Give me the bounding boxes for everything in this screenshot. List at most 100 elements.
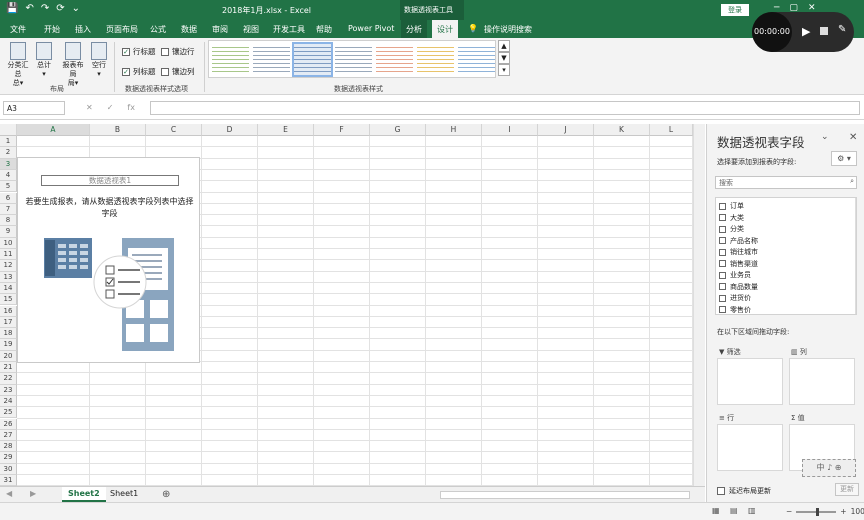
banded-columns-checkbox[interactable]: 镶边列 [161, 66, 195, 77]
row-header-8[interactable]: 8 [0, 215, 17, 227]
row-header-1[interactable]: 1 [0, 136, 17, 148]
row-header-18[interactable]: 18 [0, 328, 17, 340]
banded-rows-checkbox[interactable]: 镶边行 [161, 46, 195, 57]
tab-home[interactable]: 开始 [44, 24, 60, 35]
refresh-icon[interactable]: ⟳ [56, 3, 64, 14]
tab-insert[interactable]: 插入 [75, 24, 91, 35]
report-layout-button[interactable]: 报表布局 局▾ [60, 42, 86, 88]
pivot-style-gallery[interactable] [208, 40, 496, 78]
save-icon[interactable]: 💾 [6, 3, 18, 14]
zoom-slider[interactable] [796, 507, 837, 516]
row-header-20[interactable]: 20 [0, 350, 17, 362]
style-swatch-selected[interactable] [292, 42, 333, 77]
zoom-out-icon[interactable]: − [786, 507, 792, 516]
chevron-down-icon[interactable]: ▼ [498, 52, 510, 64]
field-item[interactable]: 销往城市 [719, 247, 758, 257]
column-header-c[interactable]: C [146, 124, 202, 136]
field-item[interactable]: 订单 [719, 201, 744, 211]
checkbox-icon[interactable] [719, 294, 726, 302]
page-layout-view-icon[interactable]: ▤ [730, 506, 738, 515]
row-header-14[interactable]: 14 [0, 282, 17, 295]
tab-power-pivot[interactable]: Power Pivot [348, 24, 394, 33]
tab-page-layout[interactable]: 页面布局 [106, 24, 138, 35]
tab-file[interactable]: 文件 [10, 24, 26, 35]
select-all-corner[interactable] [0, 124, 17, 136]
column-header-k[interactable]: K [594, 124, 650, 136]
field-item[interactable]: 分类 [719, 224, 744, 234]
row-header-27[interactable]: 27 [0, 429, 17, 442]
row-header-12[interactable]: 12 [0, 260, 17, 272]
chevron-up-icon[interactable]: ▲ [498, 40, 510, 52]
tab-design[interactable]: 设计 [432, 20, 458, 38]
field-list-scrollbar[interactable] [855, 198, 856, 314]
enter-icon[interactable]: ✓ [107, 103, 114, 112]
checkbox-icon[interactable] [719, 202, 726, 210]
row-header-4[interactable]: 4 [0, 169, 17, 182]
row-header-17[interactable]: 17 [0, 316, 17, 329]
row-header-9[interactable]: 9 [0, 226, 17, 238]
row-header-10[interactable]: 10 [0, 237, 17, 249]
row-header-22[interactable]: 22 [0, 373, 17, 385]
zoom-in-icon[interactable]: + [840, 507, 846, 516]
row-header-23[interactable]: 23 [0, 384, 17, 396]
row-header-7[interactable]: 7 [0, 203, 17, 216]
checkbox-icon[interactable] [719, 283, 726, 290]
blank-rows-button[interactable]: 空行 ▾ [88, 42, 110, 79]
defer-update-checkbox[interactable]: 延迟布局更新 [717, 486, 771, 496]
formula-input[interactable] [150, 101, 860, 115]
pen-icon[interactable]: ✎ [838, 24, 846, 35]
row-header-3[interactable]: 3 [0, 158, 17, 170]
checkbox-icon[interactable] [719, 260, 726, 267]
column-header-l[interactable]: L [650, 124, 693, 136]
style-swatch[interactable] [253, 44, 290, 75]
row-header-25[interactable]: 25 [0, 407, 17, 419]
row-header-11[interactable]: 11 [0, 249, 17, 261]
style-swatch[interactable] [458, 44, 495, 75]
column-header-b[interactable]: B [90, 124, 146, 136]
row-header-13[interactable]: 13 [0, 271, 17, 283]
sheet-tab-sheet2[interactable]: Sheet2 [62, 487, 106, 502]
tab-data[interactable]: 数据 [181, 24, 197, 35]
style-swatch[interactable] [335, 44, 372, 75]
insert-function-icon[interactable]: fx [127, 103, 135, 112]
tab-formulas[interactable]: 公式 [150, 24, 166, 35]
subtotals-button[interactable]: 分类汇总 总▾ [5, 42, 31, 88]
gear-icon[interactable]: ⚙ ▾ [831, 151, 857, 166]
row-header-21[interactable]: 21 [0, 362, 17, 374]
grand-totals-button[interactable]: 总计 ▾ [33, 42, 55, 79]
row-header-30[interactable]: 30 [0, 463, 17, 475]
tab-analyze[interactable]: 分析 [401, 20, 427, 38]
column-header-i[interactable]: I [482, 124, 538, 136]
column-headers-checkbox[interactable]: ✓ 列标题 [122, 66, 156, 77]
field-item[interactable]: 业务员 [719, 270, 751, 280]
tab-view[interactable]: 视图 [243, 24, 259, 35]
style-swatch[interactable] [376, 44, 413, 75]
checkbox-icon[interactable] [719, 225, 726, 233]
normal-view-icon[interactable]: ▦ [712, 506, 720, 515]
zoom-level[interactable]: 100% [851, 507, 864, 516]
checkbox-icon[interactable] [719, 248, 726, 256]
sheet-tab-sheet1[interactable]: Sheet1 [104, 487, 144, 502]
style-swatch[interactable] [417, 44, 454, 75]
checkbox-icon[interactable] [719, 271, 726, 279]
row-header-19[interactable]: 19 [0, 339, 17, 351]
ime-toolbar[interactable]: 中 ♪ ⊕ [802, 459, 856, 477]
vertical-scrollbar[interactable] [693, 124, 705, 486]
undo-icon[interactable]: ↶ [25, 3, 33, 14]
row-header-31[interactable]: 31 [0, 475, 17, 486]
field-search-input[interactable]: 搜索 ⌕ [715, 176, 857, 189]
cancel-icon[interactable]: ✕ [86, 103, 93, 112]
row-header-26[interactable]: 26 [0, 418, 17, 430]
field-item[interactable]: 零售价 [719, 305, 751, 315]
column-header-f[interactable]: F [314, 124, 370, 136]
row-header-6[interactable]: 6 [0, 192, 17, 204]
next-sheet-icon[interactable]: ▶ [30, 489, 36, 498]
prev-sheet-icon[interactable]: ◀ [6, 489, 12, 498]
play-icon[interactable]: ▶ [802, 25, 810, 38]
add-sheet-icon[interactable]: ⊕ [162, 489, 170, 500]
name-box[interactable]: A3 [3, 101, 65, 115]
panel-options-icon[interactable]: ⌄ [821, 132, 829, 142]
customize-qat-icon[interactable]: ⌄ [72, 3, 80, 14]
column-header-a[interactable]: A [17, 124, 90, 136]
stop-icon[interactable] [820, 27, 828, 35]
